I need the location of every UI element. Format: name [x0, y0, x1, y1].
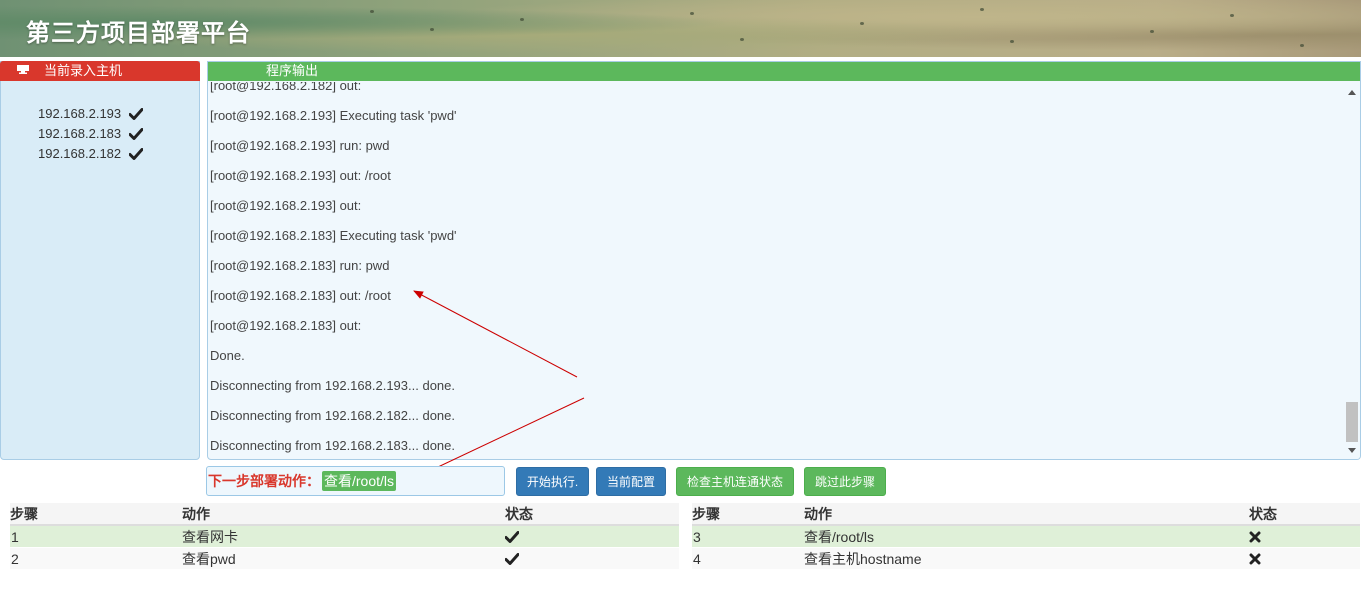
hosts-panel-header: 当前录入主机: [0, 61, 200, 81]
step-action: 查看主机hostname: [804, 547, 1249, 570]
step-row: 1 查看网卡: [10, 525, 679, 548]
page-title: 第三方项目部署平台: [26, 18, 251, 47]
hosts-panel: 当前录入主机 192.168.2.193 192.168.2.183 192.168…: [0, 61, 200, 460]
step-action: 查看网卡: [182, 525, 505, 548]
output-line: Disconnecting from 192.168.2.193... done…: [210, 378, 455, 393]
check-icon: [125, 128, 144, 140]
output-line: [root@192.168.2.183] out: /root: [210, 288, 391, 303]
host-ip: 192.168.2.193: [38, 106, 122, 121]
step-number: 1: [10, 525, 182, 548]
scroll-down-arrow-icon[interactable]: [1348, 448, 1356, 453]
start-execute-button[interactable]: 开始执行.: [516, 467, 589, 496]
output-panel: 程序输出 [root@192.168.2.182] out: [root@192.…: [207, 61, 1361, 460]
output-panel-title: 程序输出: [208, 62, 1360, 81]
host-ip: 192.168.2.183: [38, 126, 122, 141]
header-status: 状态: [505, 503, 679, 526]
step-row: 2 查看pwd: [10, 547, 679, 570]
current-config-button[interactable]: 当前配置: [596, 467, 666, 496]
output-line: Disconnecting from 192.168.2.182... done…: [210, 408, 455, 423]
output-line: [root@192.168.2.193] Executing task 'pwd…: [210, 108, 457, 123]
output-scrollbar[interactable]: [1344, 82, 1360, 459]
output-line: [root@192.168.2.193] run: pwd: [210, 138, 390, 153]
host-item: 192.168.2.182: [38, 144, 144, 164]
check-icon: [125, 148, 144, 160]
steps-table-header: 步骤 动作 状态: [692, 503, 1360, 526]
header-status: 状态: [1249, 503, 1360, 526]
output-line: Done.: [210, 348, 245, 363]
scrollbar-thumb[interactable]: [1346, 402, 1358, 442]
skip-step-button[interactable]: 跳过此步骤: [804, 467, 886, 496]
output-line: [root@192.168.2.183] run: pwd: [210, 258, 390, 273]
output-line: [root@192.168.2.182] out:: [210, 82, 362, 93]
check-icon: [125, 108, 144, 120]
output-line: [root@192.168.2.183] out:: [210, 318, 362, 333]
cross-icon: [1249, 525, 1360, 548]
hosts-panel-title: 当前录入主机: [44, 63, 123, 78]
step-number: 4: [692, 547, 804, 570]
steps-table-left: 步骤 动作 状态 1 查看网卡 2 查看pwd: [10, 503, 679, 570]
step-number: 3: [692, 525, 804, 548]
step-number: 2: [10, 547, 182, 570]
header-action: 动作: [182, 503, 505, 526]
header-action: 动作: [804, 503, 1249, 526]
host-ip: 192.168.2.182: [38, 146, 122, 161]
step-row: 4 查看主机hostname: [692, 547, 1360, 570]
output-line: [root@192.168.2.193] out: /root: [210, 168, 391, 183]
host-item: 192.168.2.183: [38, 124, 144, 144]
next-action-box: 下一步部署动作： 查看/root/ls: [206, 466, 505, 496]
check-icon: [505, 525, 679, 548]
computer-icon: [17, 65, 29, 74]
step-action: 查看/root/ls: [804, 525, 1249, 548]
output-line: Disconnecting from 192.168.2.183... done…: [210, 438, 455, 453]
host-list: 192.168.2.193 192.168.2.183 192.168.2.182: [38, 104, 144, 164]
host-item: 192.168.2.193: [38, 104, 144, 124]
step-action: 查看pwd: [182, 547, 505, 570]
output-line: [root@192.168.2.193] out:: [210, 198, 362, 213]
step-row: 3 查看/root/ls: [692, 525, 1360, 548]
check-connectivity-button[interactable]: 检查主机连通状态: [676, 467, 794, 496]
header-banner: 第三方项目部署平台: [0, 0, 1361, 57]
steps-table-right: 步骤 动作 状态 3 查看/root/ls 4 查看主机hostname: [692, 503, 1360, 570]
scroll-up-arrow-icon[interactable]: [1348, 90, 1356, 95]
next-action-value: 查看/root/ls: [322, 471, 397, 491]
next-action-label: 下一步部署动作：: [208, 473, 320, 489]
check-icon: [505, 547, 679, 570]
output-line: [root@192.168.2.183] Executing task 'pwd…: [210, 228, 457, 243]
steps-table-header: 步骤 动作 状态: [10, 503, 679, 526]
header-step: 步骤: [10, 503, 182, 526]
output-lines: [root@192.168.2.182] out: [root@192.168.2…: [210, 82, 457, 459]
header-step: 步骤: [692, 503, 804, 526]
cross-icon: [1249, 547, 1360, 570]
output-log[interactable]: [root@192.168.2.182] out: [root@192.168.2…: [209, 82, 1344, 459]
